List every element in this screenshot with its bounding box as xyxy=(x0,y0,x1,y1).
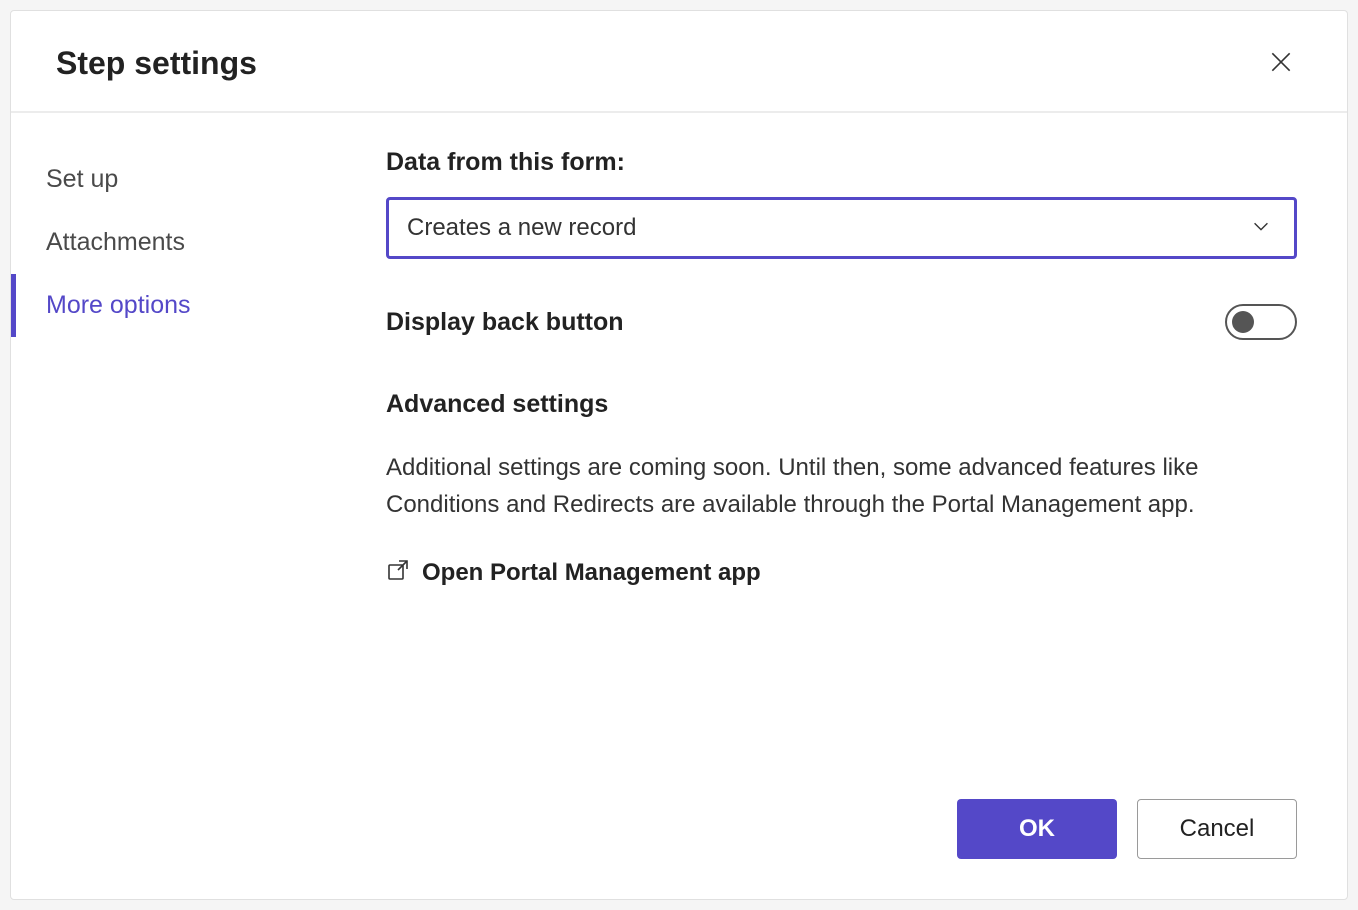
ok-button[interactable]: OK xyxy=(957,799,1117,859)
open-portal-link-label: Open Portal Management app xyxy=(422,559,761,587)
data-from-select-wrap: Creates a new record xyxy=(386,197,1297,259)
display-back-label: Display back button xyxy=(386,308,624,337)
cancel-button[interactable]: Cancel xyxy=(1137,799,1297,859)
display-back-row: Display back button xyxy=(386,304,1297,340)
close-icon xyxy=(1268,49,1294,78)
advanced-description: Additional settings are coming soon. Unt… xyxy=(386,449,1297,523)
dialog-title: Step settings xyxy=(56,45,257,82)
chevron-down-icon xyxy=(1250,215,1272,242)
sidebar-item-more-options[interactable]: More options xyxy=(11,274,356,337)
sidebar-item-label: Set up xyxy=(46,165,118,193)
ok-button-label: OK xyxy=(1019,815,1055,843)
data-from-select[interactable]: Creates a new record xyxy=(386,197,1297,259)
toggle-knob xyxy=(1232,311,1254,333)
sidebar-item-label: Attachments xyxy=(46,228,185,256)
sidebar-item-label: More options xyxy=(46,291,191,319)
data-from-value: Creates a new record xyxy=(407,214,636,242)
display-back-toggle[interactable] xyxy=(1225,304,1297,340)
advanced-heading: Advanced settings xyxy=(386,390,1297,419)
dialog-body: Set up Attachments More options Data fro… xyxy=(11,113,1347,799)
data-from-label: Data from this form: xyxy=(386,148,1297,177)
dialog-header: Step settings xyxy=(11,11,1347,113)
sidebar-item-set-up[interactable]: Set up xyxy=(11,148,356,211)
sidebar-item-attachments[interactable]: Attachments xyxy=(11,211,356,274)
dialog-footer: OK Cancel xyxy=(11,799,1347,899)
open-portal-link[interactable]: Open Portal Management app xyxy=(386,558,1297,587)
step-settings-dialog: Step settings Set up Attachments More op… xyxy=(10,10,1348,900)
content-panel: Data from this form: Creates a new recor… xyxy=(356,113,1347,799)
external-link-icon xyxy=(386,558,410,587)
sidebar: Set up Attachments More options xyxy=(11,113,356,799)
close-button[interactable] xyxy=(1260,41,1302,86)
cancel-button-label: Cancel xyxy=(1180,815,1255,843)
